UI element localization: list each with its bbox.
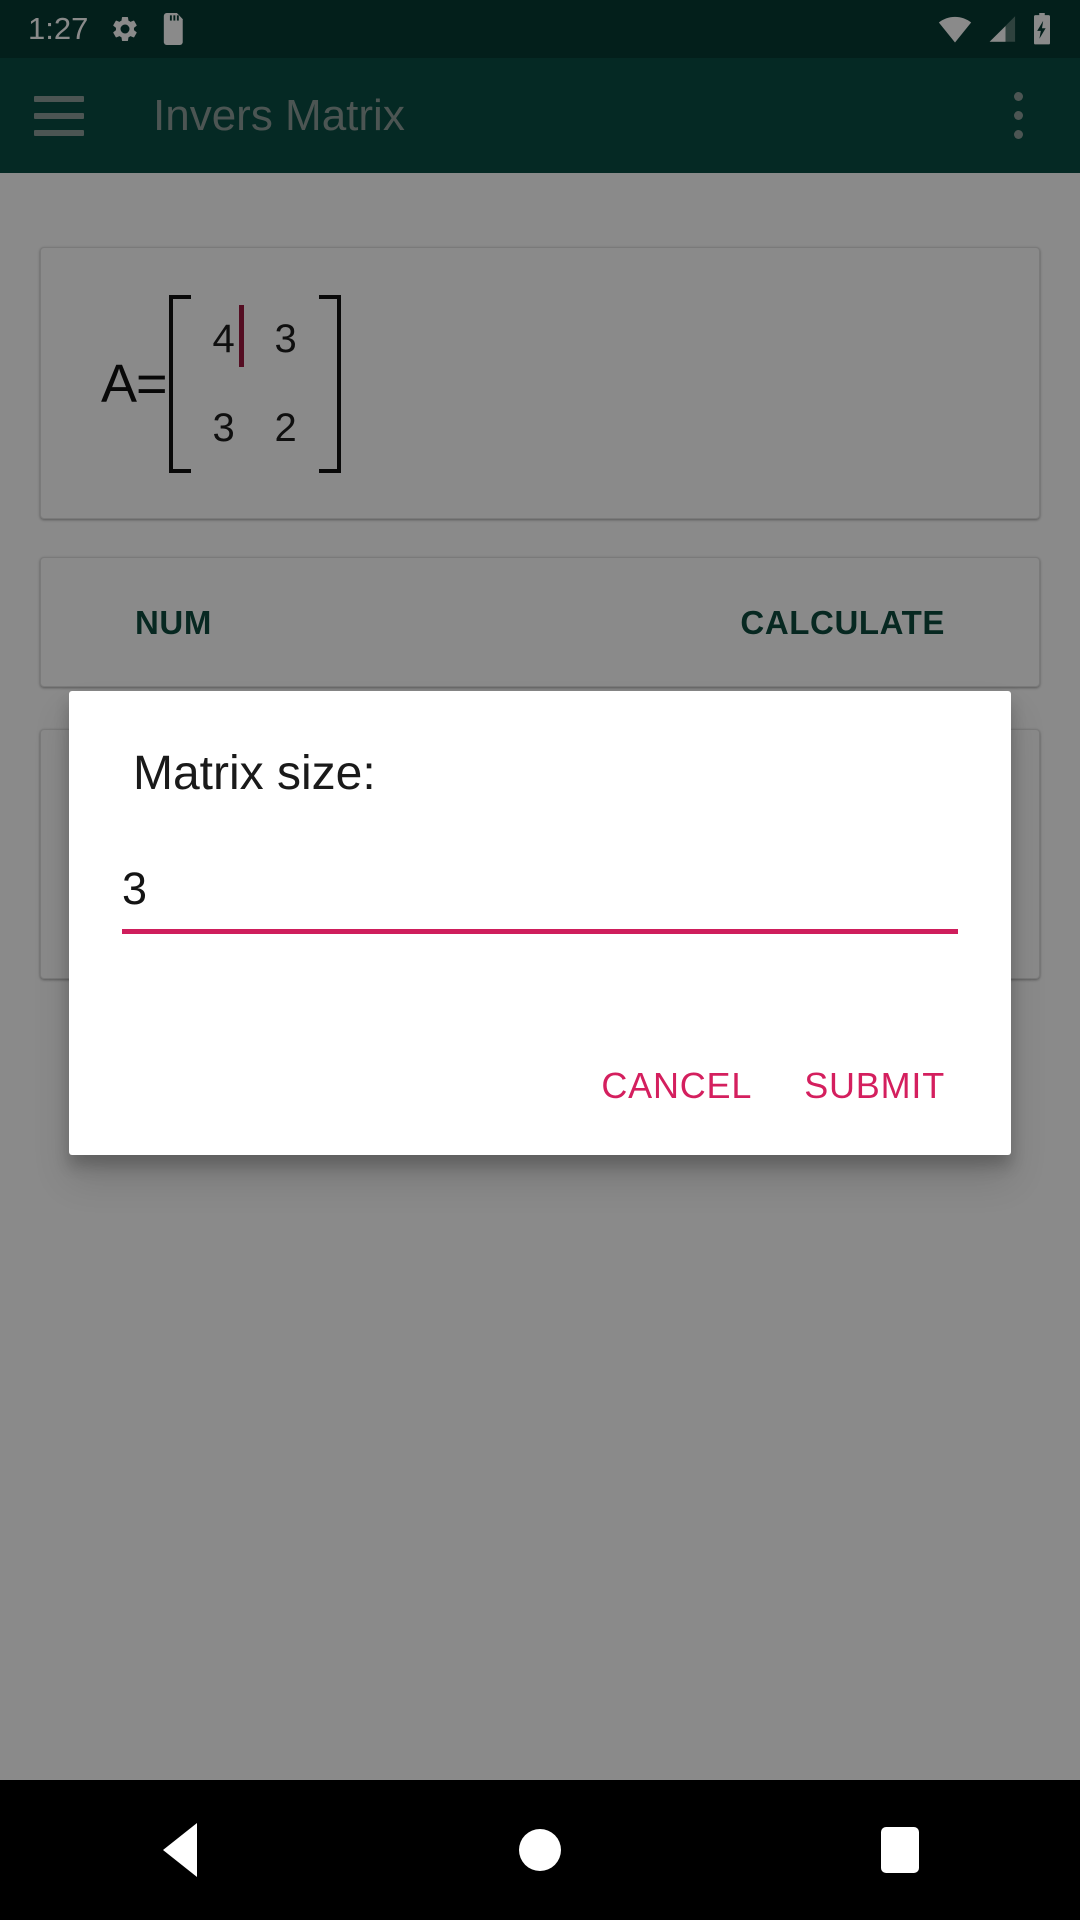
nav-back-button[interactable] bbox=[105, 1780, 255, 1920]
nav-recents-button[interactable] bbox=[825, 1780, 975, 1920]
submit-button[interactable]: SUBMIT bbox=[778, 1045, 971, 1127]
dialog-action-row: CANCEL SUBMIT bbox=[575, 1045, 971, 1127]
system-navigation-bar bbox=[0, 1780, 1080, 1920]
recents-square-icon bbox=[881, 1827, 919, 1873]
matrix-size-input[interactable] bbox=[122, 863, 958, 934]
android-screen: A= 4 3 3 2 NUM CALCULATE 1:27 Invers Mat… bbox=[0, 0, 1080, 1920]
nav-home-button[interactable] bbox=[465, 1780, 615, 1920]
back-triangle-icon bbox=[163, 1823, 197, 1877]
matrix-size-dialog: Matrix size: CANCEL SUBMIT bbox=[69, 691, 1011, 1155]
cancel-button[interactable]: CANCEL bbox=[575, 1045, 778, 1127]
home-circle-icon bbox=[519, 1829, 561, 1871]
dialog-title: Matrix size: bbox=[133, 747, 376, 800]
matrix-size-field-wrap bbox=[122, 863, 958, 934]
